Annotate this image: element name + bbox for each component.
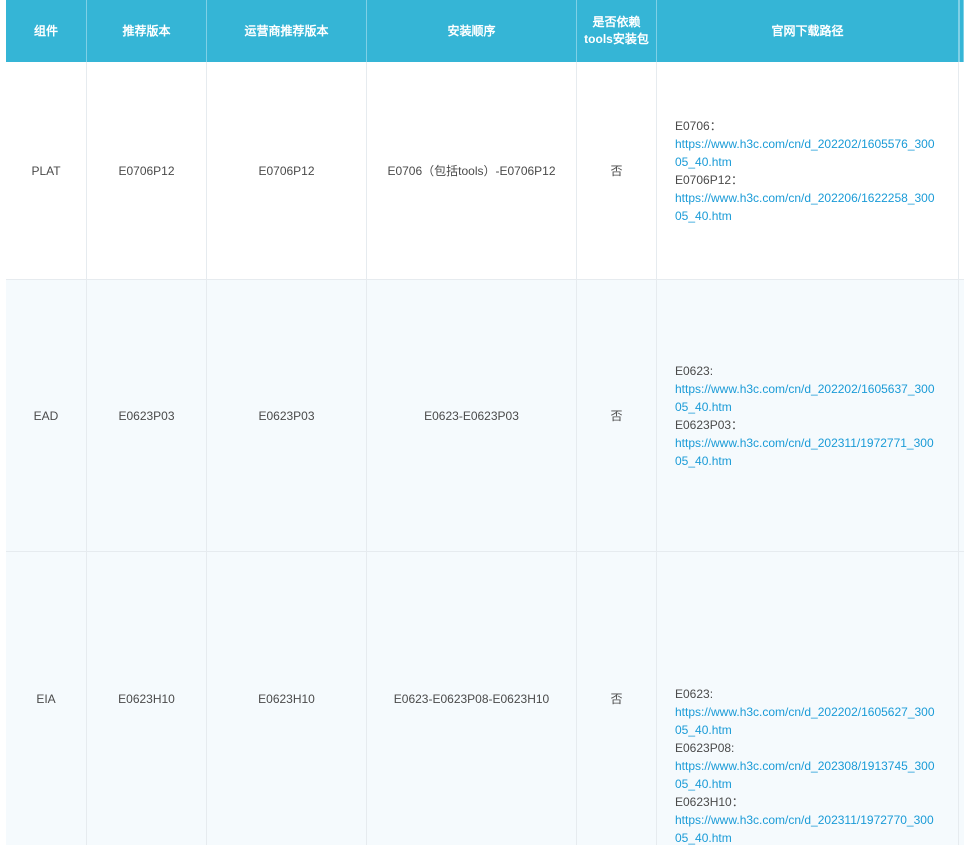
download-version-label: E0623:	[675, 687, 714, 701]
header-carrier-version: 运营商推荐版本	[207, 0, 367, 62]
header-depends-tools: 是否依赖tools安装包	[577, 0, 657, 62]
cell-depends-tools: 否	[577, 62, 657, 279]
cell-recommended: E0623H10	[87, 552, 207, 845]
cell-component: EAD	[6, 280, 87, 551]
cell-overflow	[959, 62, 964, 279]
cell-install-order: E0623-E0623P08-E0623H10	[367, 552, 577, 845]
header-recommended-version: 推荐版本	[87, 0, 207, 62]
header-download-path: 官网下载路径	[657, 0, 959, 62]
cell-download-paths: E0623: https://www.h3c.com/cn/d_202202/1…	[657, 280, 959, 551]
table-row: EAD E0623P03 E0623P03 E0623-E0623P03 否 E…	[6, 280, 964, 552]
download-link[interactable]: https://www.h3c.com/cn/d_202202/1605627_…	[675, 703, 938, 739]
download-link[interactable]: https://www.h3c.com/cn/d_202308/1913745_…	[675, 757, 938, 793]
cell-overflow	[959, 280, 964, 551]
cell-install-order: E0623-E0623P03	[367, 280, 577, 551]
cell-component: EIA	[6, 552, 87, 845]
header-install-order: 安装顺序	[367, 0, 577, 62]
download-link[interactable]: https://www.h3c.com/cn/d_202311/1972770_…	[675, 811, 938, 845]
cell-download-paths: E0623: https://www.h3c.com/cn/d_202202/1…	[657, 552, 959, 845]
version-table: 组件 推荐版本 运营商推荐版本 安装顺序 是否依赖tools安装包 官网下载路径…	[6, 0, 964, 845]
cell-overflow	[959, 552, 964, 845]
header-component: 组件	[6, 0, 87, 62]
header-overflow-column	[959, 0, 964, 62]
download-link[interactable]: https://www.h3c.com/cn/d_202206/1622258_…	[675, 189, 938, 225]
cell-recommended: E0623P03	[87, 280, 207, 551]
cell-carrier-recommended: E0623H10	[207, 552, 367, 845]
table-header: 组件 推荐版本 运营商推荐版本 安装顺序 是否依赖tools安装包 官网下载路径	[6, 0, 964, 62]
download-version-label: E0706P12：	[675, 172, 744, 187]
cell-install-order: E0706（包括tools）-E0706P12	[367, 62, 577, 279]
cell-carrier-recommended: E0706P12	[207, 62, 367, 279]
cell-component: PLAT	[6, 62, 87, 279]
cell-carrier-recommended: E0623P03	[207, 280, 367, 551]
download-version-label: E0623P08:	[675, 741, 735, 755]
download-version-label: E0706：	[675, 118, 722, 133]
download-version-label: E0623:	[675, 363, 714, 378]
cell-recommended: E0706P12	[87, 62, 207, 279]
cell-depends-tools: 否	[577, 552, 657, 845]
cell-download-paths: E0706： https://www.h3c.com/cn/d_202202/1…	[657, 62, 959, 279]
download-link[interactable]: https://www.h3c.com/cn/d_202202/1605576_…	[675, 135, 938, 171]
download-version-label: E0623H10：	[675, 795, 744, 809]
download-link[interactable]: https://www.h3c.com/cn/d_202202/1605637_…	[675, 380, 938, 416]
table-row: PLAT E0706P12 E0706P12 E0706（包括tools）-E0…	[6, 62, 964, 280]
cell-depends-tools: 否	[577, 280, 657, 551]
download-version-label: E0623P03：	[675, 417, 744, 432]
table-row: EIA E0623H10 E0623H10 E0623-E0623P08-E06…	[6, 552, 964, 845]
download-link[interactable]: https://www.h3c.com/cn/d_202311/1972771_…	[675, 434, 938, 470]
